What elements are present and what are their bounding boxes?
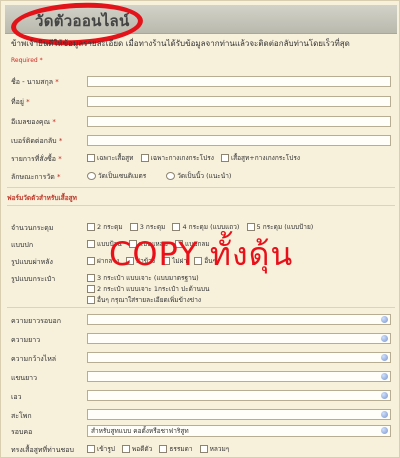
measure-cm-radio[interactable] xyxy=(87,172,96,180)
divider xyxy=(7,187,395,188)
style-loose-checkbox[interactable] xyxy=(199,445,208,453)
info-icon[interactable] xyxy=(381,373,388,380)
style-fitted-checkbox[interactable] xyxy=(87,445,95,453)
measure-inch-radio[interactable] xyxy=(166,172,176,180)
shirt-style-label: ทรงเสื้อสูทที่ท่านชอบ xyxy=(11,446,74,454)
phone-label: เบอร์ติดต่อกลับ * xyxy=(11,137,63,145)
intro-text: ข้าพเจ้ายินดีให้ข้อมูลรายละเอียด เมื่อทา… xyxy=(11,39,350,48)
waist-field[interactable] xyxy=(87,390,391,401)
hip-field[interactable] xyxy=(87,409,391,420)
order-items-options: เฉพาะเสื้อสูท เฉพาะกางเกงกระโปรง เสื้อสู… xyxy=(87,153,305,163)
measure-type-options: วัดเป็นเซนติเมตร วัดเป็นนิ้ว (แนะนำ) xyxy=(87,171,236,181)
info-icon[interactable] xyxy=(381,392,388,399)
order-both-checkbox[interactable] xyxy=(220,154,229,162)
waist-label: เอว xyxy=(11,393,22,401)
shoulder-label: ความกว้างไหล่ xyxy=(11,355,57,363)
vent-center-checkbox[interactable] xyxy=(87,257,95,265)
address-field[interactable] xyxy=(87,96,391,107)
sleeve-field[interactable] xyxy=(87,371,391,382)
style-normal-checkbox[interactable] xyxy=(159,445,168,453)
shoulder-field[interactable] xyxy=(87,352,391,363)
length-field[interactable] xyxy=(87,333,391,344)
divider xyxy=(7,307,395,308)
pocket-2-checkbox[interactable] xyxy=(87,285,95,293)
required-note: Required * xyxy=(11,57,43,64)
pocket-other-checkbox[interactable] xyxy=(87,296,95,304)
style-regular-checkbox[interactable] xyxy=(122,445,131,453)
phone-field[interactable] xyxy=(87,135,391,146)
order-pants-checkbox[interactable] xyxy=(140,154,149,162)
order-suit-checkbox[interactable] xyxy=(87,154,95,162)
info-icon[interactable] xyxy=(381,427,388,434)
lapel-label: แบบปก xyxy=(11,241,34,249)
info-icon[interactable] xyxy=(381,411,388,418)
buttons-2-checkbox[interactable] xyxy=(87,223,95,231)
section-title: ฟอร์มวัดตัวสำหรับเสื้อสูท xyxy=(7,194,77,202)
info-icon[interactable] xyxy=(381,335,388,342)
lapel-notch-checkbox[interactable] xyxy=(87,240,95,248)
pocket-3-checkbox[interactable] xyxy=(87,274,95,282)
name-field[interactable] xyxy=(87,76,391,87)
sleeve-label: แขนยาว xyxy=(11,374,38,382)
info-icon[interactable] xyxy=(381,316,388,323)
email-label: อีเมลของคุณ * xyxy=(11,118,56,126)
buttons-label: จำนวนกระดุม xyxy=(11,224,54,232)
order-items-label: รายการที่สั่งซื้อ * xyxy=(11,155,62,163)
name-label: ชื่อ - นามสกุล * xyxy=(11,78,59,86)
info-icon[interactable] xyxy=(381,354,388,361)
order-form: วัดตัวออนไลน์ ข้าพเจ้ายินดีให้ข้อมูลรายล… xyxy=(0,0,400,458)
pocket-label: รูปแบบกระเป๋า xyxy=(11,275,56,283)
hip-label: สะโพก xyxy=(11,412,32,420)
vent-label: รูปแบบผ่าหลัง xyxy=(11,258,53,266)
collar-label: รอบคอ xyxy=(11,428,33,436)
address-label: ที่อยู่ * xyxy=(11,98,30,106)
divider xyxy=(7,205,395,206)
measure-type-label: ลักษณะการวัด * xyxy=(11,173,61,181)
shirt-style-options: เข้ารูป พอดีตัว ธรรมดา หลวมๆ xyxy=(87,444,234,454)
chest-label: ความยาวรอบอก xyxy=(11,317,61,325)
copy-watermark: COPY ทั้งดุ้น xyxy=(109,235,294,273)
length-label: ความยาว xyxy=(11,336,41,344)
email-field[interactable] xyxy=(87,116,391,127)
chest-field[interactable] xyxy=(87,314,391,325)
collar-field[interactable]: สำหรับสูทแบบ คอตั้งหรือชาฟาริสูท xyxy=(87,425,391,437)
